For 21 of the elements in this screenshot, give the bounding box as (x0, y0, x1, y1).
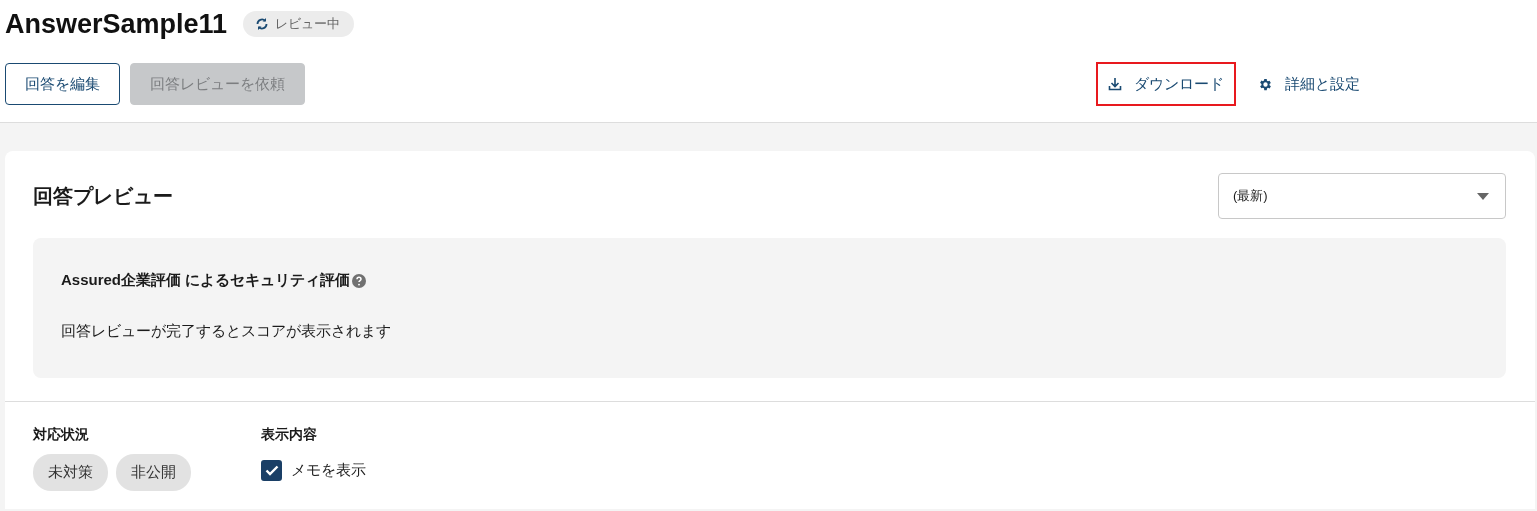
dropdown-caret-icon (1477, 192, 1489, 200)
filter-label: 対応状況 (33, 426, 90, 444)
page-title: AnswerSample11 (5, 8, 228, 40)
checkbox-label: メモを表示 (291, 461, 366, 480)
score-heading: Assured企業評価 によるセキュリティ評価 (61, 271, 351, 290)
section-title: 回答プレビュー (33, 183, 173, 209)
settings-button[interactable]: 詳細と設定 (1246, 62, 1372, 106)
sync-icon (255, 17, 270, 31)
download-icon (1108, 77, 1122, 91)
status-badge: レビュー中 (243, 11, 355, 37)
version-select[interactable]: (最新) (1218, 173, 1506, 219)
score-message: 回答レビューが完了するとスコアが表示されます (61, 322, 392, 341)
help-icon[interactable] (352, 273, 367, 288)
checkmark-icon (264, 465, 279, 476)
settings-icon (1258, 76, 1273, 92)
checkbox[interactable] (261, 460, 282, 481)
edit-answer-button[interactable]: 回答を編集 (5, 63, 120, 105)
status-chip[interactable]: 未対策 (33, 454, 108, 491)
filter-label: 表示内容 (261, 426, 318, 444)
status-chip[interactable]: 非公開 (116, 454, 191, 491)
download-button[interactable]: ダウンロード (1096, 62, 1236, 106)
